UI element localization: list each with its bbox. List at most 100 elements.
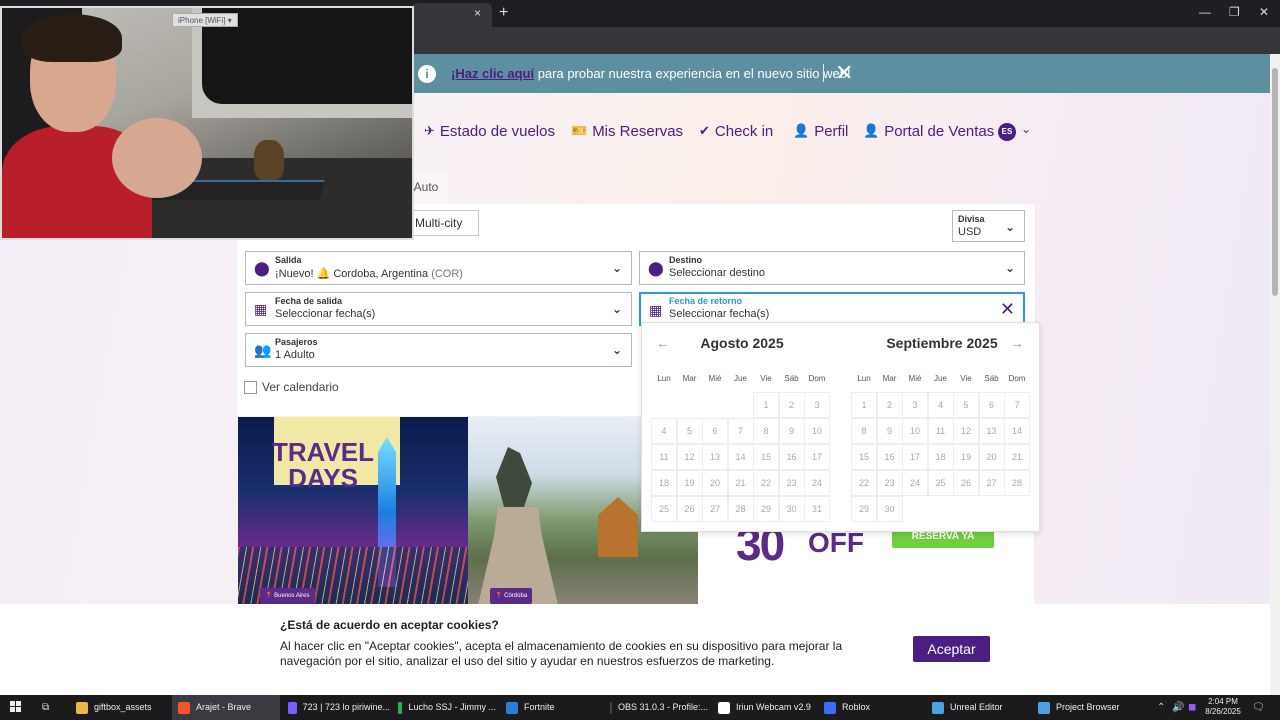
calendar-day[interactable]: 8 bbox=[851, 418, 877, 444]
calendar-day[interactable]: 22 bbox=[753, 470, 779, 496]
calendar-day[interactable]: 28 bbox=[727, 496, 754, 522]
taskbar-app-8[interactable]: Unreal Editor bbox=[926, 695, 1026, 720]
taskbar-app-2[interactable]: 723 | 723 lo piriwine... bbox=[282, 695, 390, 720]
minimize-icon[interactable]: — bbox=[1199, 5, 1211, 19]
calendar-day[interactable]: 9 bbox=[778, 418, 805, 444]
passengers-field[interactable]: 👥 Pasajeros 1 Adulto ⌄ bbox=[245, 333, 632, 367]
nav-flight-status[interactable]: ✈ Estado de vuelos bbox=[424, 122, 555, 140]
notice-link[interactable]: ¡Haz clic aquí bbox=[451, 66, 534, 81]
task-view-icon[interactable]: ⧉ bbox=[42, 702, 49, 713]
calendar-day[interactable]: 16 bbox=[778, 444, 805, 470]
calendar-day[interactable]: 15 bbox=[851, 444, 877, 470]
taskbar-app-7[interactable]: Roblox bbox=[818, 695, 918, 720]
volume-icon[interactable]: 🔊 bbox=[1172, 702, 1184, 713]
calendar-day[interactable]: 31 bbox=[804, 496, 830, 522]
calendar-day[interactable]: 30 bbox=[876, 496, 903, 522]
calendar-day[interactable]: 21 bbox=[727, 470, 754, 496]
calendar-day[interactable]: 27 bbox=[978, 470, 1005, 496]
taskbar-app-4[interactable]: Fortnite bbox=[500, 695, 600, 720]
calendar-day[interactable]: 13 bbox=[702, 444, 728, 470]
origin-field[interactable]: ⬤ Salida ¡Nuevo! 🔔 Cordoba, Argentina (C… bbox=[245, 251, 632, 285]
calendar-day[interactable]: 5 bbox=[676, 418, 703, 444]
return-date-field[interactable]: ▦ Fecha de retorno Seleccionar fecha(s) … bbox=[639, 292, 1025, 326]
calendar-day[interactable]: 11 bbox=[927, 418, 954, 444]
nav-profile[interactable]: 👤 Perfil bbox=[793, 122, 848, 140]
language-badge[interactable]: ES bbox=[998, 123, 1016, 141]
calendar-day[interactable]: 7 bbox=[1004, 392, 1030, 418]
webcam-source-label[interactable]: iPhone [WiFi] ▾ bbox=[172, 13, 238, 27]
calendar-day[interactable]: 1 bbox=[851, 392, 877, 418]
calendar-day[interactable]: 12 bbox=[953, 418, 979, 444]
calendar-day[interactable]: 5 bbox=[953, 392, 979, 418]
calendar-day[interactable]: 25 bbox=[927, 470, 954, 496]
calendar-day[interactable]: 8 bbox=[753, 418, 779, 444]
accept-cookies-button[interactable]: Aceptar bbox=[913, 636, 990, 662]
calendar-day[interactable]: 26 bbox=[676, 496, 703, 522]
taskbar-app-6[interactable]: Iriun Webcam v2.9 bbox=[712, 695, 814, 720]
calendar-day[interactable]: 1 bbox=[753, 392, 779, 418]
calendar-day[interactable]: 26 bbox=[953, 470, 979, 496]
calendar-day[interactable]: 11 bbox=[651, 444, 677, 470]
calendar-day[interactable]: 3 bbox=[804, 392, 830, 418]
taskbar-app-3[interactable]: Lucho SSJ - Jimmy ... bbox=[392, 695, 496, 720]
calendar-day[interactable]: 13 bbox=[978, 418, 1005, 444]
new-tab-button[interactable]: + bbox=[499, 4, 508, 22]
promo-banner-travel-days[interactable]: TRAVEL DAYS 📍 Buenos Aires bbox=[238, 417, 468, 605]
calendar-day[interactable]: 22 bbox=[851, 470, 877, 496]
calendar-day[interactable]: 24 bbox=[902, 470, 928, 496]
taskbar-app-5[interactable]: OBS 31.0.3 - Profile:... bbox=[604, 695, 708, 720]
calendar-day[interactable]: 19 bbox=[953, 444, 979, 470]
window-close-icon[interactable]: ✕ bbox=[1259, 5, 1269, 19]
trip-type-multicity[interactable]: Multi-city bbox=[404, 210, 479, 236]
calendar-day[interactable]: 14 bbox=[1004, 418, 1030, 444]
calendar-day[interactable]: 28 bbox=[1004, 470, 1030, 496]
notice-close-icon[interactable]: ✕ bbox=[835, 60, 853, 86]
calendar-day[interactable]: 29 bbox=[851, 496, 877, 522]
calendar-day[interactable]: 17 bbox=[902, 444, 928, 470]
chevron-down-icon[interactable]: ⌄ bbox=[1021, 122, 1031, 136]
calendar-day[interactable]: 4 bbox=[651, 418, 677, 444]
calendar-day[interactable]: 19 bbox=[676, 470, 703, 496]
taskbar-app-9[interactable]: Project Browser bbox=[1032, 695, 1142, 720]
calendar-day[interactable]: 16 bbox=[876, 444, 903, 470]
calendar-day[interactable]: 18 bbox=[651, 470, 677, 496]
calendar-day[interactable]: 3 bbox=[902, 392, 928, 418]
calendar-day[interactable]: 21 bbox=[1004, 444, 1030, 470]
calendar-view-checkbox[interactable] bbox=[244, 381, 257, 394]
calendar-day[interactable]: 4 bbox=[927, 392, 954, 418]
nav-check-in[interactable]: ✔ Check in bbox=[699, 122, 773, 140]
calendar-day[interactable]: 2 bbox=[778, 392, 805, 418]
destination-field[interactable]: ⬤ Destino Seleccionar destino ⌄ bbox=[639, 251, 1025, 285]
clear-icon[interactable]: ✕ bbox=[1000, 299, 1015, 320]
calendar-day[interactable]: 10 bbox=[902, 418, 928, 444]
maximize-icon[interactable]: ❐ bbox=[1229, 5, 1240, 19]
calendar-day[interactable]: 6 bbox=[702, 418, 728, 444]
tray-chevron-icon[interactable]: ⌃ bbox=[1157, 702, 1165, 713]
currency-select[interactable]: Divisa USD ⌄ bbox=[952, 210, 1025, 242]
calendar-day[interactable]: 25 bbox=[651, 496, 677, 522]
calendar-day[interactable]: 18 bbox=[927, 444, 954, 470]
calendar-day[interactable]: 30 bbox=[778, 496, 805, 522]
calendar-day[interactable]: 23 bbox=[876, 470, 903, 496]
calendar-day[interactable]: 10 bbox=[804, 418, 830, 444]
calendar-day[interactable]: 17 bbox=[804, 444, 830, 470]
tab-close-icon[interactable]: × bbox=[474, 6, 481, 20]
calendar-day[interactable]: 6 bbox=[978, 392, 1005, 418]
nav-my-bookings[interactable]: 🎫 Mis Reservas bbox=[571, 122, 683, 140]
nav-sales-portal[interactable]: 👤 Portal de Ventas bbox=[863, 122, 994, 140]
departure-date-field[interactable]: ▦ Fecha de salida Seleccionar fecha(s) ⌄ bbox=[245, 292, 632, 326]
calendar-day[interactable]: 12 bbox=[676, 444, 703, 470]
notifications-icon[interactable]: 🗨 bbox=[1252, 702, 1265, 713]
calendar-day[interactable]: 15 bbox=[753, 444, 779, 470]
calendar-day[interactable]: 7 bbox=[727, 418, 754, 444]
calendar-day[interactable]: 24 bbox=[804, 470, 830, 496]
taskbar-clock[interactable]: 2:04 PM 8/26/2025 bbox=[1200, 697, 1246, 717]
taskbar-app-0[interactable]: giftbox_assets bbox=[70, 695, 168, 720]
calendar-day[interactable]: 20 bbox=[978, 444, 1005, 470]
calendar-day[interactable]: 29 bbox=[753, 496, 779, 522]
calendar-day[interactable]: 2 bbox=[876, 392, 903, 418]
windows-start-icon[interactable] bbox=[10, 701, 22, 713]
taskbar-app-1[interactable]: Arajet - Brave bbox=[172, 695, 280, 720]
calendar-day[interactable]: 20 bbox=[702, 470, 728, 496]
calendar-day[interactable]: 14 bbox=[727, 444, 754, 470]
